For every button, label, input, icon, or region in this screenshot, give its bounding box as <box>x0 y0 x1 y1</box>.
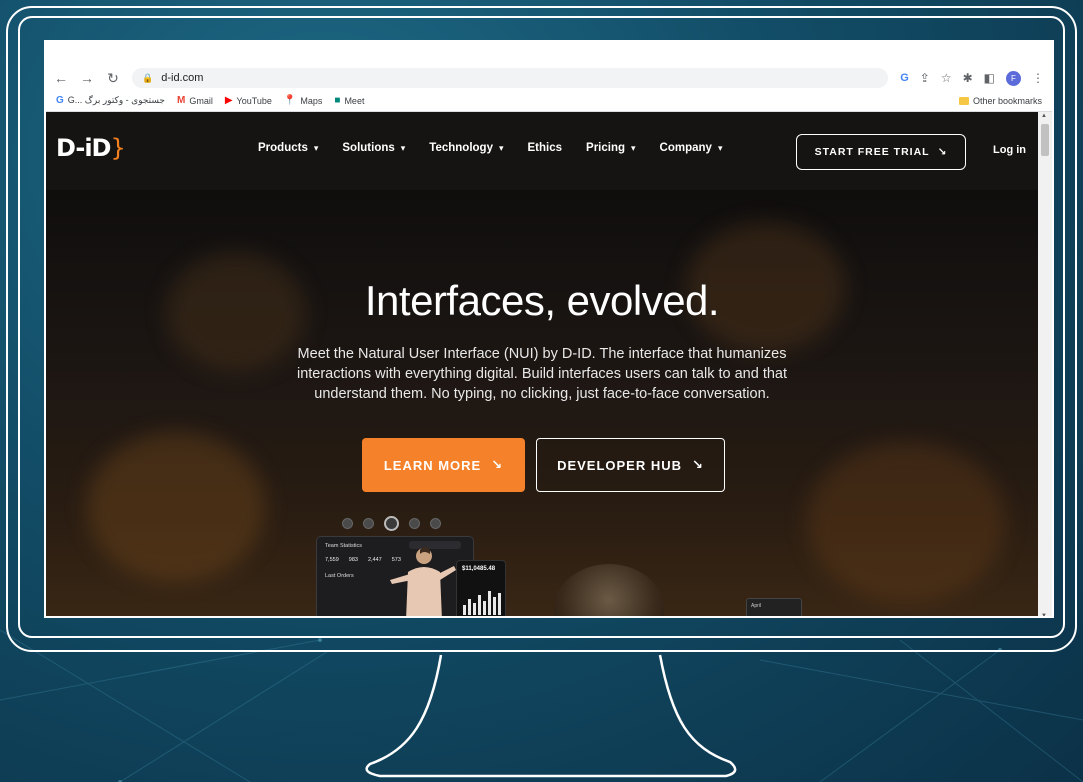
website-viewport: D-iD} Products ▾ Solutions ▾ Technology ▾ E… <box>46 112 1038 616</box>
side-panel-icon[interactable]: ◧ <box>984 71 995 85</box>
chevron-down-icon: ▾ <box>400 142 406 153</box>
page-scrollbar[interactable]: ▲ ▼ <box>1038 112 1052 616</box>
url-input[interactable]: 🔒 d-id.com <box>132 68 889 88</box>
browser-tab-strip <box>46 42 1052 66</box>
google-lens-icon[interactable]: G <box>900 72 909 84</box>
browser-window: ← → ↻ 🔒 d-id.com G ⇪ ☆ ✱ ◧ F ⋮ G G... جس… <box>44 40 1054 618</box>
scroll-down-icon[interactable]: ▼ <box>1041 613 1047 616</box>
login-link[interactable]: Log in <box>993 144 1026 156</box>
main-nav: Products ▾ Solutions ▾ Technology ▾ Ethics … <box>258 142 722 154</box>
reload-icon[interactable]: ↻ <box>106 71 120 85</box>
extension-toolbar: G ⇪ ☆ ✱ ◧ F ⋮ <box>900 70 1044 86</box>
d-id-logo[interactable]: D-iD} <box>56 134 126 162</box>
preview-control-icon[interactable] <box>363 518 374 529</box>
site-header: D-iD} Products ▾ Solutions ▾ Technology ▾ E… <box>46 112 1038 190</box>
developer-hub-button[interactable]: DEVELOPER HUB ↘ <box>536 438 725 492</box>
extensions-puzzle-icon[interactable]: ✱ <box>963 71 973 85</box>
nav-technology[interactable]: Technology ▾ <box>429 142 503 154</box>
nav-ethics[interactable]: Ethics <box>528 142 563 154</box>
start-free-trial-button[interactable]: START FREE TRIAL ↘ <box>796 134 966 170</box>
maps-icon: 📍 <box>283 95 297 106</box>
google-icon: G <box>56 95 64 106</box>
nav-pricing[interactable]: Pricing ▾ <box>586 142 636 154</box>
learn-more-button[interactable]: LEARN MORE ↘ <box>362 438 525 492</box>
share-icon[interactable]: ⇪ <box>920 71 930 85</box>
address-bar-row: ← → ↻ 🔒 d-id.com G ⇪ ☆ ✱ ◧ F ⋮ <box>46 66 1052 90</box>
lock-icon: 🔒 <box>142 72 154 83</box>
nav-company[interactable]: Company ▾ <box>660 142 723 154</box>
nav-products[interactable]: Products ▾ <box>258 142 318 154</box>
bookmark-gmail[interactable]: M Gmail <box>177 95 213 106</box>
star-icon[interactable]: ☆ <box>941 71 952 85</box>
arrow-down-right-icon: ↘ <box>692 457 704 472</box>
forward-arrow-icon[interactable]: → <box>80 71 94 85</box>
avatar-person-illustration <box>390 547 456 616</box>
preview-control-icon[interactable] <box>430 518 441 529</box>
preview-control-icon[interactable] <box>342 518 353 529</box>
kebab-menu-icon[interactable]: ⋮ <box>1032 71 1044 85</box>
profile-avatar[interactable]: F <box>1006 70 1021 86</box>
scroll-thumb[interactable] <box>1041 124 1049 156</box>
scroll-up-icon[interactable]: ▲ <box>1041 113 1047 119</box>
youtube-icon: ▶ <box>224 95 233 106</box>
nav-solutions[interactable]: Solutions ▾ <box>342 142 405 154</box>
other-bookmarks[interactable]: Other bookmarks <box>958 96 1042 106</box>
hero-subtitle: Meet the Natural User Interface (NUI) by… <box>296 346 788 402</box>
bookmarks-bar: G G... جستجوی - وکتور برگ M Gmail ▶ YouT… <box>46 90 1052 112</box>
revenue-bars <box>463 591 501 615</box>
bookmark-youtube[interactable]: ▶ YouTube <box>225 95 272 106</box>
meet-icon: ■ <box>334 95 341 106</box>
back-arrow-icon[interactable]: ← <box>54 71 68 85</box>
url-text: d-id.com <box>161 72 204 84</box>
bookmark-maps[interactable]: 📍 Maps <box>284 95 322 106</box>
chevron-down-icon: ▾ <box>313 142 319 153</box>
hero-title: Interfaces, evolved. <box>364 277 720 324</box>
folder-icon <box>958 96 969 105</box>
bookmark-meet[interactable]: ■ Meet <box>334 95 364 106</box>
preview-active-control-icon[interactable] <box>384 516 399 531</box>
chevron-down-icon: ▾ <box>717 142 723 153</box>
arrow-down-right-icon: ↘ <box>937 146 948 158</box>
preview-toolbar <box>342 516 441 531</box>
bookmark-google[interactable]: G G... جستجوی - وکتور برگ <box>56 95 165 106</box>
revenue-card: $11,0485.48 <box>456 560 506 616</box>
chevron-down-icon: ▾ <box>631 142 636 153</box>
gmail-icon: M <box>176 95 186 106</box>
date-picker-card: April <box>746 598 802 616</box>
preview-control-icon[interactable] <box>409 518 420 529</box>
chevron-down-icon: ▾ <box>498 142 504 153</box>
arrow-down-right-icon: ↘ <box>491 457 504 472</box>
person-head-foreground <box>554 564 664 616</box>
